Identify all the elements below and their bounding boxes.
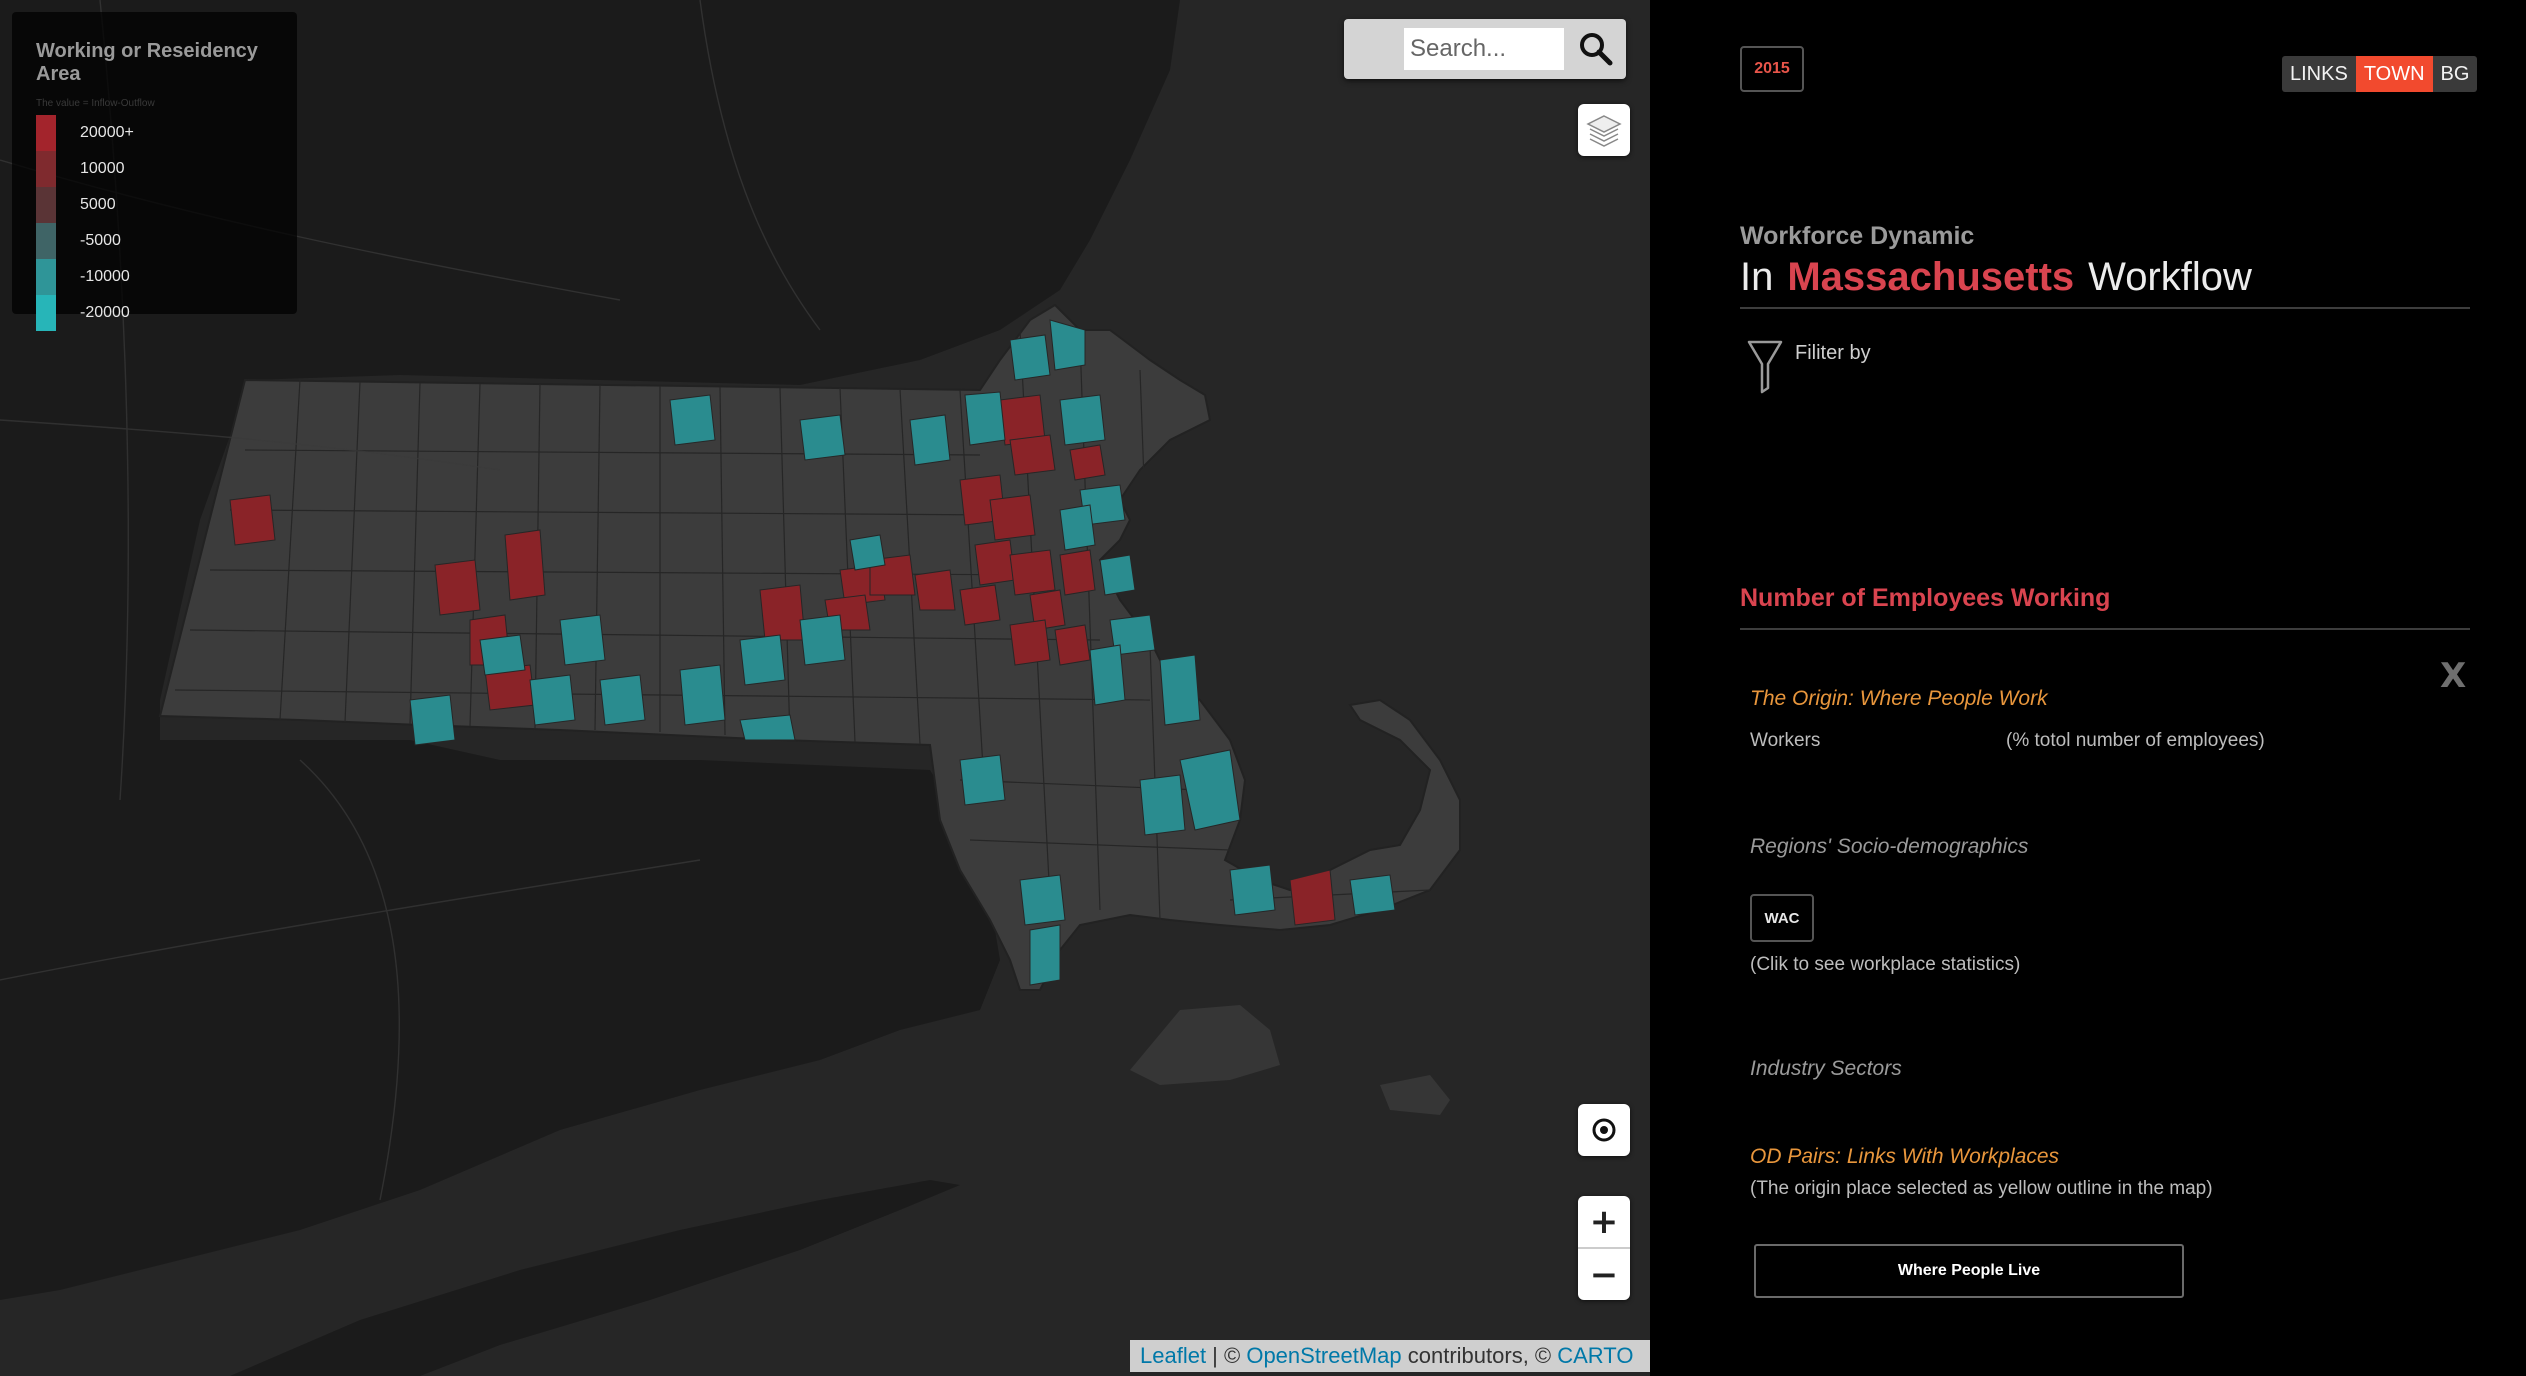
island-nantucket [1380, 1075, 1450, 1115]
level-bg[interactable]: BG [2432, 56, 2478, 92]
legend-item: -10000 [36, 259, 285, 295]
legend-label: -5000 [80, 232, 121, 249]
locate-button[interactable] [1578, 1104, 1630, 1156]
divider [1740, 628, 2470, 630]
where-people-live-button[interactable]: Where People Live [1754, 1244, 2184, 1298]
side-panel: 2015 LINKS TOWN BG Workforce Dynamic In M… [1650, 0, 2526, 1376]
panel-kicker: Workforce Dynamic [1740, 222, 1975, 250]
year-badge[interactable]: 2015 [1740, 46, 1804, 92]
legend-swatch [36, 223, 56, 259]
legend-label: 20000+ [80, 124, 134, 141]
legend-item: -5000 [36, 223, 285, 259]
layers-button[interactable] [1578, 104, 1630, 156]
search-input[interactable] [1404, 28, 1564, 70]
legend-item: 5000 [36, 187, 285, 223]
wac-hint: (Clik to see workplace statistics) [1750, 954, 2021, 975]
legend-title: Working or Reseidency Area [36, 40, 258, 85]
zoom-in-button[interactable]: + [1578, 1196, 1630, 1247]
title-state: Massachusetts [1787, 255, 2075, 299]
osm-link[interactable]: OpenStreetMap [1246, 1343, 1401, 1368]
origin-title: The Origin: Where People Work [1750, 687, 2048, 710]
zoom-out-button[interactable]: − [1578, 1249, 1630, 1300]
legend-item: 20000+ [36, 115, 285, 151]
magnifier-icon [1580, 33, 1613, 66]
legend-swatch [36, 151, 56, 187]
legend-subtitle: The value = Inflow-Outflow [36, 98, 155, 109]
leaflet-link[interactable]: Leaflet [1140, 1343, 1206, 1368]
legend-swatch [36, 295, 56, 331]
search-box [1344, 19, 1626, 79]
title-suffix: Workflow [2088, 255, 2252, 299]
employees-heading: Number of Employees Working [1740, 584, 2111, 612]
level-toggle: LINKS TOWN BG [2282, 56, 2478, 92]
layers-icon [1586, 115, 1622, 147]
search-button[interactable] [1576, 29, 1616, 69]
carto-link[interactable]: CARTO [1557, 1343, 1633, 1368]
legend-label: -20000 [80, 304, 130, 321]
map-attribution: Leaflet | © OpenStreetMap contributors, … [1130, 1340, 1650, 1372]
legend-label: -10000 [80, 268, 130, 285]
filter-icon[interactable] [1746, 338, 1784, 394]
app-root: Working or Reseidency Area The value = I… [0, 0, 2526, 1376]
zoom-control: + − [1578, 1196, 1630, 1300]
filter-label[interactable]: Filiter by [1795, 342, 1871, 365]
od-hint: (The origin place selected as yellow out… [1750, 1178, 2213, 1199]
locate-icon [1592, 1118, 1616, 1142]
workers-label: Workers [1750, 730, 1821, 751]
level-town[interactable]: TOWN [2355, 56, 2433, 92]
close-button[interactable]: X [2440, 656, 2466, 696]
map-legend: Working or Reseidency Area The value = I… [12, 12, 297, 331]
od-title: OD Pairs: Links With Workplaces [1750, 1145, 2060, 1168]
attribution-sep: | © [1206, 1343, 1247, 1368]
divider [1740, 307, 2470, 309]
map-view[interactable]: Working or Reseidency Area The value = I… [0, 0, 1650, 1376]
industry-title: Industry Sectors [1750, 1057, 1902, 1080]
wac-button[interactable]: WAC [1750, 894, 1814, 942]
workers-percent-label: (% totol number of employees) [2006, 730, 2265, 751]
panel-title: In Massachusetts Workflow [1740, 255, 2252, 300]
legend-label: 10000 [80, 160, 125, 177]
legend-item: 10000 [36, 151, 285, 187]
island-vineyard [1130, 1005, 1280, 1085]
socio-title: Regions' Socio-demographics [1750, 835, 2029, 858]
legend-swatch [36, 187, 56, 223]
legend-label: 5000 [80, 196, 116, 213]
title-prefix: In [1740, 255, 1774, 299]
legend-swatch [36, 259, 56, 295]
legend-item: -20000 [36, 295, 285, 331]
legend-swatch [36, 115, 56, 151]
attribution-contrib: contributors, © [1401, 1343, 1558, 1368]
level-links[interactable]: LINKS [2282, 56, 2356, 92]
